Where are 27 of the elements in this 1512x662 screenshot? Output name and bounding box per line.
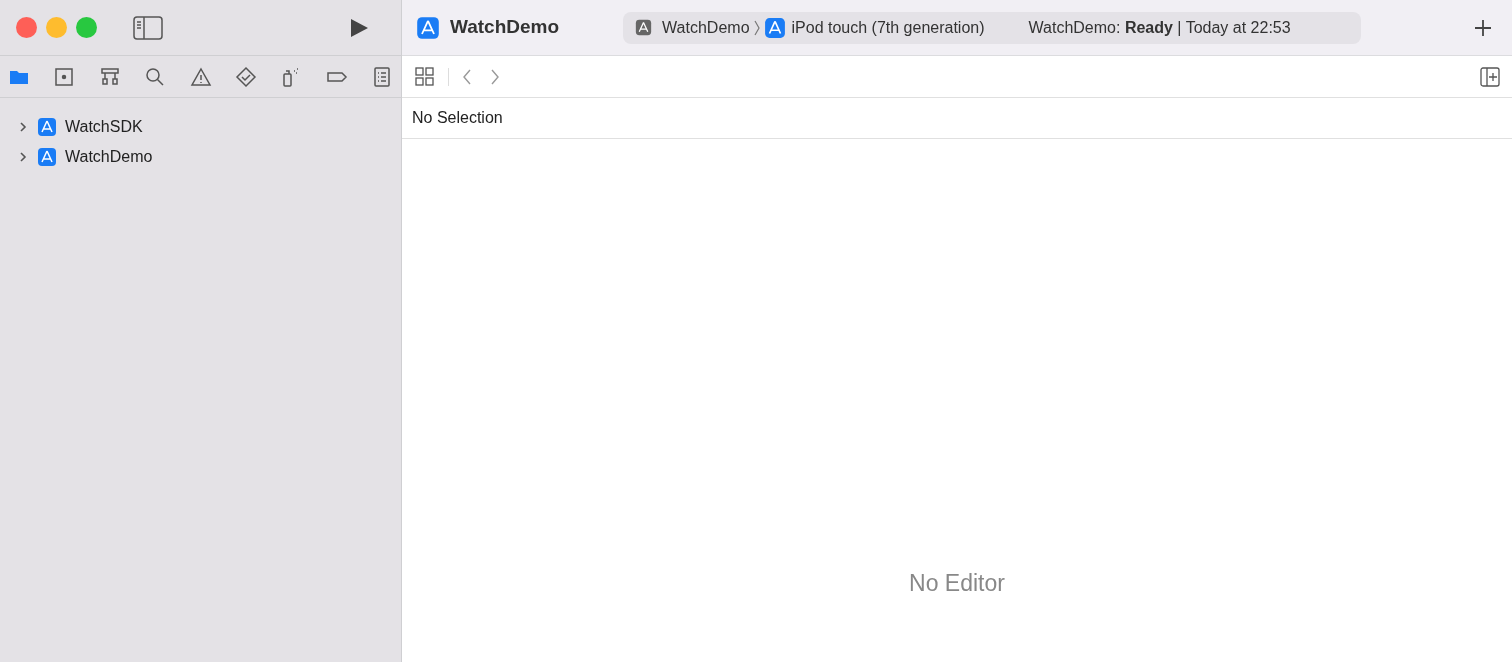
- scheme-selector[interactable]: WatchDemo: [662, 15, 750, 40]
- disclosure-chevron-icon[interactable]: [17, 121, 29, 133]
- sidebar-icon[interactable]: [133, 15, 163, 40]
- add-editor-icon[interactable]: [1480, 66, 1500, 87]
- forward-icon[interactable]: [489, 67, 501, 86]
- jump-bar-label: No Selection: [412, 108, 503, 128]
- project-item[interactable]: WatchSDK: [65, 115, 143, 139]
- disclosure-chevron-icon[interactable]: [17, 151, 29, 163]
- app-icon: [37, 147, 57, 167]
- grid-icon[interactable]: [414, 65, 436, 88]
- app-icon: [416, 15, 440, 40]
- app-icon: [37, 117, 57, 137]
- app-icon: [635, 19, 653, 36]
- destination-selector[interactable]: iPod touch (7th generation): [791, 15, 985, 40]
- add-icon[interactable]: [1474, 18, 1492, 37]
- list-icon[interactable]: [371, 65, 393, 88]
- project-item[interactable]: WatchDemo: [65, 145, 153, 169]
- warning-icon[interactable]: [189, 65, 212, 88]
- app-icon: [763, 16, 786, 39]
- empty-editor-label: No Editor: [909, 568, 1005, 598]
- square-icon[interactable]: [53, 65, 76, 88]
- diamond-check-icon[interactable]: [234, 65, 257, 88]
- hierarchy-icon[interactable]: [98, 65, 121, 88]
- play-icon[interactable]: [349, 16, 369, 39]
- back-icon[interactable]: [461, 67, 473, 86]
- build-status: WatchDemo: Ready | Today at 22:53: [1028, 17, 1291, 38]
- project-title: WatchDemo: [450, 15, 560, 40]
